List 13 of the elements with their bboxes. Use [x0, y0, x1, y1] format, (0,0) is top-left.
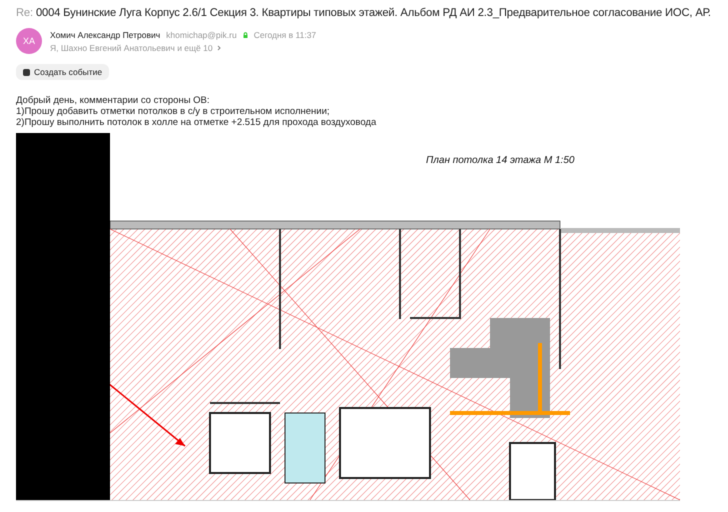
body-text-line: 2)Прошу выполнить потолок в холле на отметке +2.515 для прохода воздуховода [16, 116, 376, 128]
sender-avatar: ХА [16, 28, 42, 54]
chevron-icon[interactable] [216, 44, 221, 50]
body-text-line: 1)Прошу добавить отметки потолков в с/у в строительном исполнении; [16, 106, 330, 116]
sent-time: Сегодня в 11:37 [254, 30, 316, 40]
reply-prefix: Re: [16, 7, 33, 19]
drawing-title: План потолка 14 этажа М 1:50 [426, 154, 574, 166]
create-event-button[interactable]: Создать событие [16, 64, 110, 80]
email-subject: 0004 Бунинские Луга Корпус 2.6/1 Секция 3. Квартиры типовых этажей. Альбом РД АИ 2.3_Предварительное согласование ИОС, АР. [36, 7, 711, 19]
calendar-icon [23, 68, 30, 76]
sender-email: khomichap@pik.ru [166, 30, 237, 40]
body-text-line: Добрый день, комментарии со стороны ОВ: [16, 94, 210, 106]
sender-name[interactable]: Хомич Александр Петрович [50, 30, 160, 40]
